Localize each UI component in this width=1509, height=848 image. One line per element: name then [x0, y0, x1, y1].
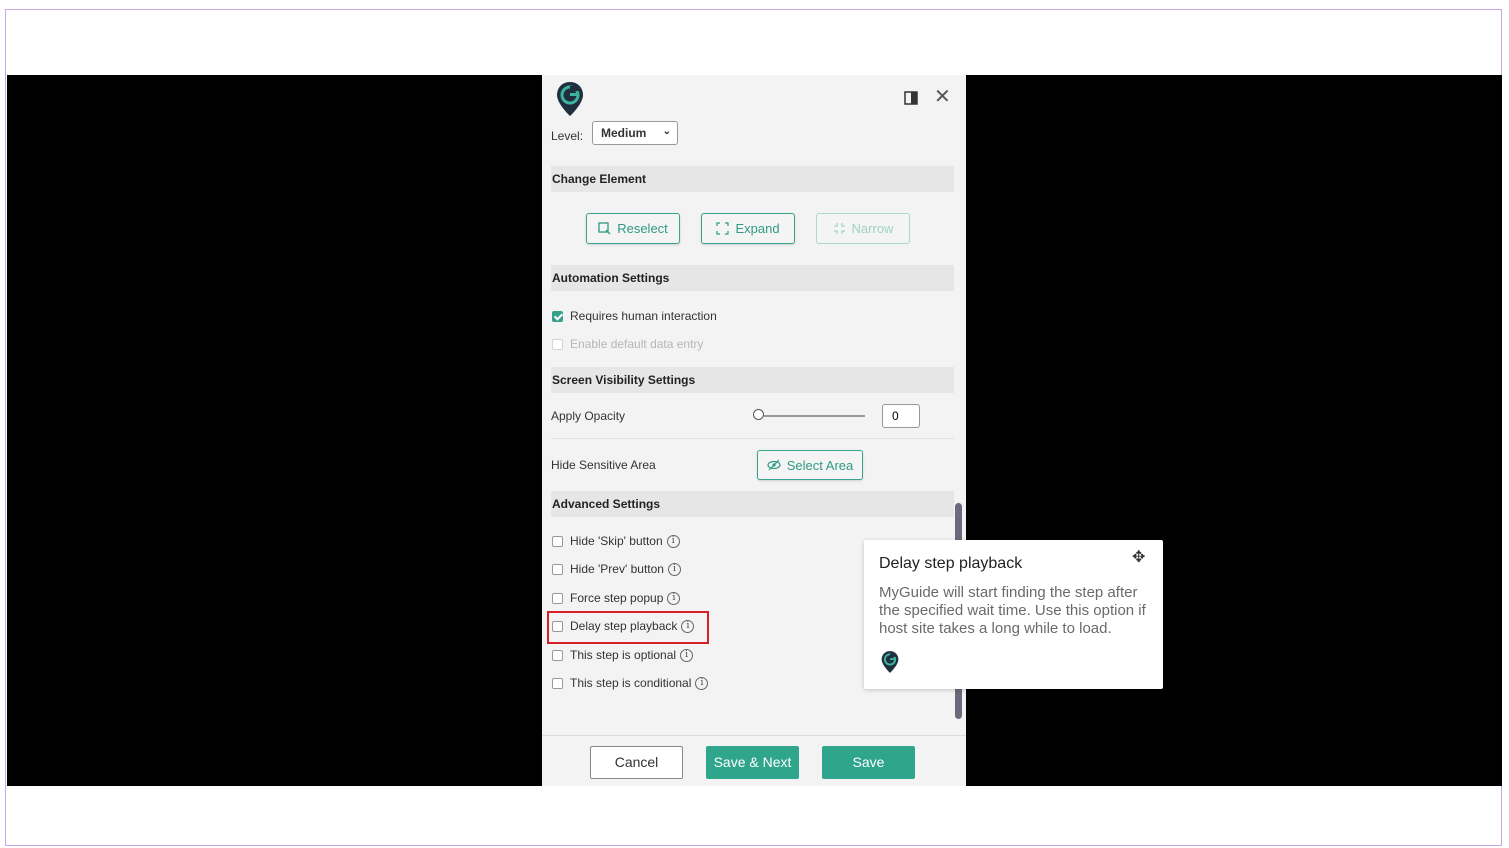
- hide-prev-button-label: Hide 'Prev' button: [570, 562, 664, 576]
- info-icon[interactable]: i: [695, 676, 709, 690]
- opacity-value-input[interactable]: 0: [882, 404, 920, 428]
- hide-skip-button-row[interactable]: Hide 'Skip' button i: [552, 534, 680, 548]
- enable-default-data-checkbox: [552, 338, 563, 350]
- opacity-slider-track[interactable]: [764, 415, 865, 417]
- delay-step-tooltip: Delay step playback ✥ MyGuide will start…: [864, 540, 1163, 689]
- info-icon[interactable]: i: [680, 648, 694, 662]
- myguide-logo-icon: [881, 651, 899, 673]
- level-select[interactable]: Medium ⌄: [592, 121, 678, 145]
- hide-prev-button-checkbox[interactable]: [552, 563, 563, 575]
- info-icon[interactable]: i: [667, 591, 681, 605]
- level-label: Level:: [551, 129, 584, 143]
- info-icon[interactable]: i: [667, 562, 681, 576]
- tooltip-body: MyGuide will start finding the step afte…: [879, 584, 1146, 637]
- narrow-icon: [833, 223, 845, 234]
- requires-human-interaction-label: Requires human interaction: [570, 309, 717, 323]
- expand-icon: [716, 222, 730, 235]
- section-screen-visibility: Screen Visibility Settings: [551, 367, 954, 393]
- force-step-popup-row[interactable]: Force step popup i: [552, 591, 681, 605]
- save-and-next-button[interactable]: Save & Next: [706, 746, 799, 779]
- step-conditional-row[interactable]: This step is conditional i: [552, 676, 709, 690]
- select-area-button[interactable]: Select Area: [757, 450, 863, 480]
- section-automation-settings: Automation Settings: [551, 265, 954, 291]
- hide-sensitive-area-label: Hide Sensitive Area: [551, 458, 656, 472]
- enable-default-data-label: Enable default data entry: [570, 337, 704, 351]
- divider: [551, 438, 954, 439]
- step-optional-checkbox[interactable]: [552, 649, 563, 661]
- narrow-label: Narrow: [851, 221, 894, 236]
- reselect-icon: [598, 222, 611, 235]
- reselect-button[interactable]: Reselect: [586, 213, 680, 244]
- info-icon[interactable]: i: [666, 534, 680, 548]
- section-advanced-settings: Advanced Settings: [551, 491, 954, 517]
- step-conditional-label: This step is conditional: [570, 676, 692, 690]
- panel-footer: Cancel Save & Next Save: [542, 735, 966, 786]
- save-button[interactable]: Save: [822, 746, 915, 779]
- step-optional-label: This step is optional: [570, 648, 677, 662]
- requires-human-interaction-checkbox[interactable]: [552, 310, 563, 322]
- level-select-value: Medium: [601, 126, 647, 140]
- hide-skip-button-label: Hide 'Skip' button: [570, 534, 663, 548]
- select-area-label: Select Area: [786, 457, 854, 473]
- narrow-button[interactable]: Narrow: [816, 213, 910, 244]
- requires-human-interaction-row[interactable]: Requires human interaction: [552, 309, 717, 323]
- chevron-down-icon: ⌄: [662, 126, 671, 137]
- force-step-popup-checkbox[interactable]: [552, 592, 563, 604]
- force-step-popup-label: Force step popup: [570, 591, 664, 605]
- eye-slash-icon: [767, 459, 781, 471]
- reselect-label: Reselect: [617, 221, 668, 236]
- dock-panel-icon[interactable]: [904, 91, 920, 107]
- cancel-button[interactable]: Cancel: [590, 746, 683, 779]
- apply-opacity-label: Apply Opacity: [551, 409, 626, 423]
- section-change-element: Change Element: [551, 166, 954, 192]
- opacity-slider-handle[interactable]: [753, 409, 764, 420]
- myguide-logo-icon: [557, 82, 583, 116]
- hide-prev-button-row[interactable]: Hide 'Prev' button i: [552, 562, 681, 576]
- hide-skip-button-checkbox[interactable]: [552, 535, 563, 547]
- step-conditional-checkbox[interactable]: [552, 677, 563, 689]
- move-icon[interactable]: ✥: [1132, 547, 1145, 567]
- panel-header: ✕: [542, 75, 966, 123]
- delay-step-highlight-box: [547, 611, 709, 644]
- close-icon[interactable]: ✕: [934, 87, 951, 107]
- expand-button[interactable]: Expand: [701, 213, 795, 244]
- expand-label: Expand: [735, 221, 780, 236]
- tooltip-title: Delay step playback: [879, 555, 1023, 572]
- enable-default-data-row: Enable default data entry: [552, 337, 703, 351]
- step-optional-row[interactable]: This step is optional i: [552, 648, 694, 662]
